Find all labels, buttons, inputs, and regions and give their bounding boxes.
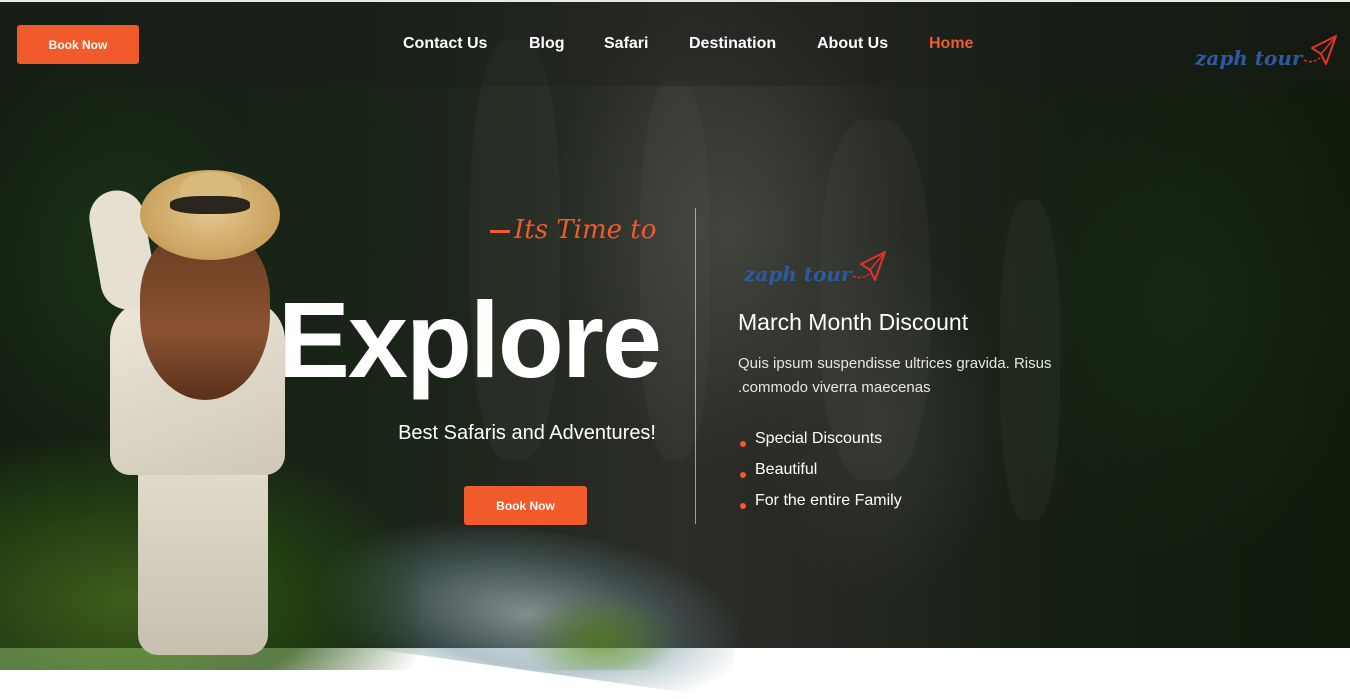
feature-label: Beautiful bbox=[755, 461, 818, 478]
feature-item: Special Discounts bbox=[738, 430, 902, 461]
feature-list: Special Discounts Beautiful For the enti… bbox=[738, 430, 902, 523]
logo-text: zaph tour bbox=[1195, 46, 1303, 70]
tagline-text: Its Time to bbox=[514, 215, 657, 245]
main-nav: Contact Us Blog Safari Destination About… bbox=[0, 35, 1350, 55]
hero-subtitle: Best Safaris and Adventures! bbox=[398, 422, 656, 444]
promo-logo: zaph tour bbox=[744, 246, 887, 286]
book-now-hero-button[interactable]: Book Now bbox=[464, 486, 587, 525]
nav-about-us[interactable]: About Us bbox=[817, 35, 888, 53]
tagline-dash bbox=[490, 229, 510, 233]
hero-tagline: Its Time to bbox=[490, 215, 665, 245]
vertical-divider bbox=[695, 208, 696, 524]
feature-item: Beautiful bbox=[738, 461, 902, 492]
dot-icon bbox=[740, 472, 746, 478]
feature-label: Special Discounts bbox=[755, 430, 883, 447]
dot-icon bbox=[740, 441, 746, 447]
site-logo[interactable]: zaph tour bbox=[1195, 30, 1338, 70]
image-overlay bbox=[0, 0, 1350, 648]
paper-plane-icon bbox=[853, 251, 887, 281]
site-header: Book Now Contact Us Blog Safari Destinat… bbox=[0, 2, 1350, 86]
nav-contact-us[interactable]: Contact Us bbox=[403, 35, 487, 53]
dot-icon bbox=[740, 503, 746, 509]
nav-safari[interactable]: Safari bbox=[604, 35, 648, 53]
promo-description: Quis ipsum suspendisse ultrices gravida.… bbox=[738, 355, 1052, 396]
promo-title: March Month Discount bbox=[738, 309, 969, 335]
feature-label: For the entire Family bbox=[755, 492, 902, 509]
nav-destination[interactable]: Destination bbox=[689, 35, 776, 53]
promo-logo-text: zaph tour bbox=[744, 262, 852, 286]
paper-plane-icon bbox=[1304, 35, 1338, 65]
hero-title: Explore bbox=[277, 279, 662, 400]
nav-home[interactable]: Home bbox=[929, 35, 973, 53]
feature-item: For the entire Family bbox=[738, 492, 902, 523]
nav-blog[interactable]: Blog bbox=[529, 35, 565, 53]
